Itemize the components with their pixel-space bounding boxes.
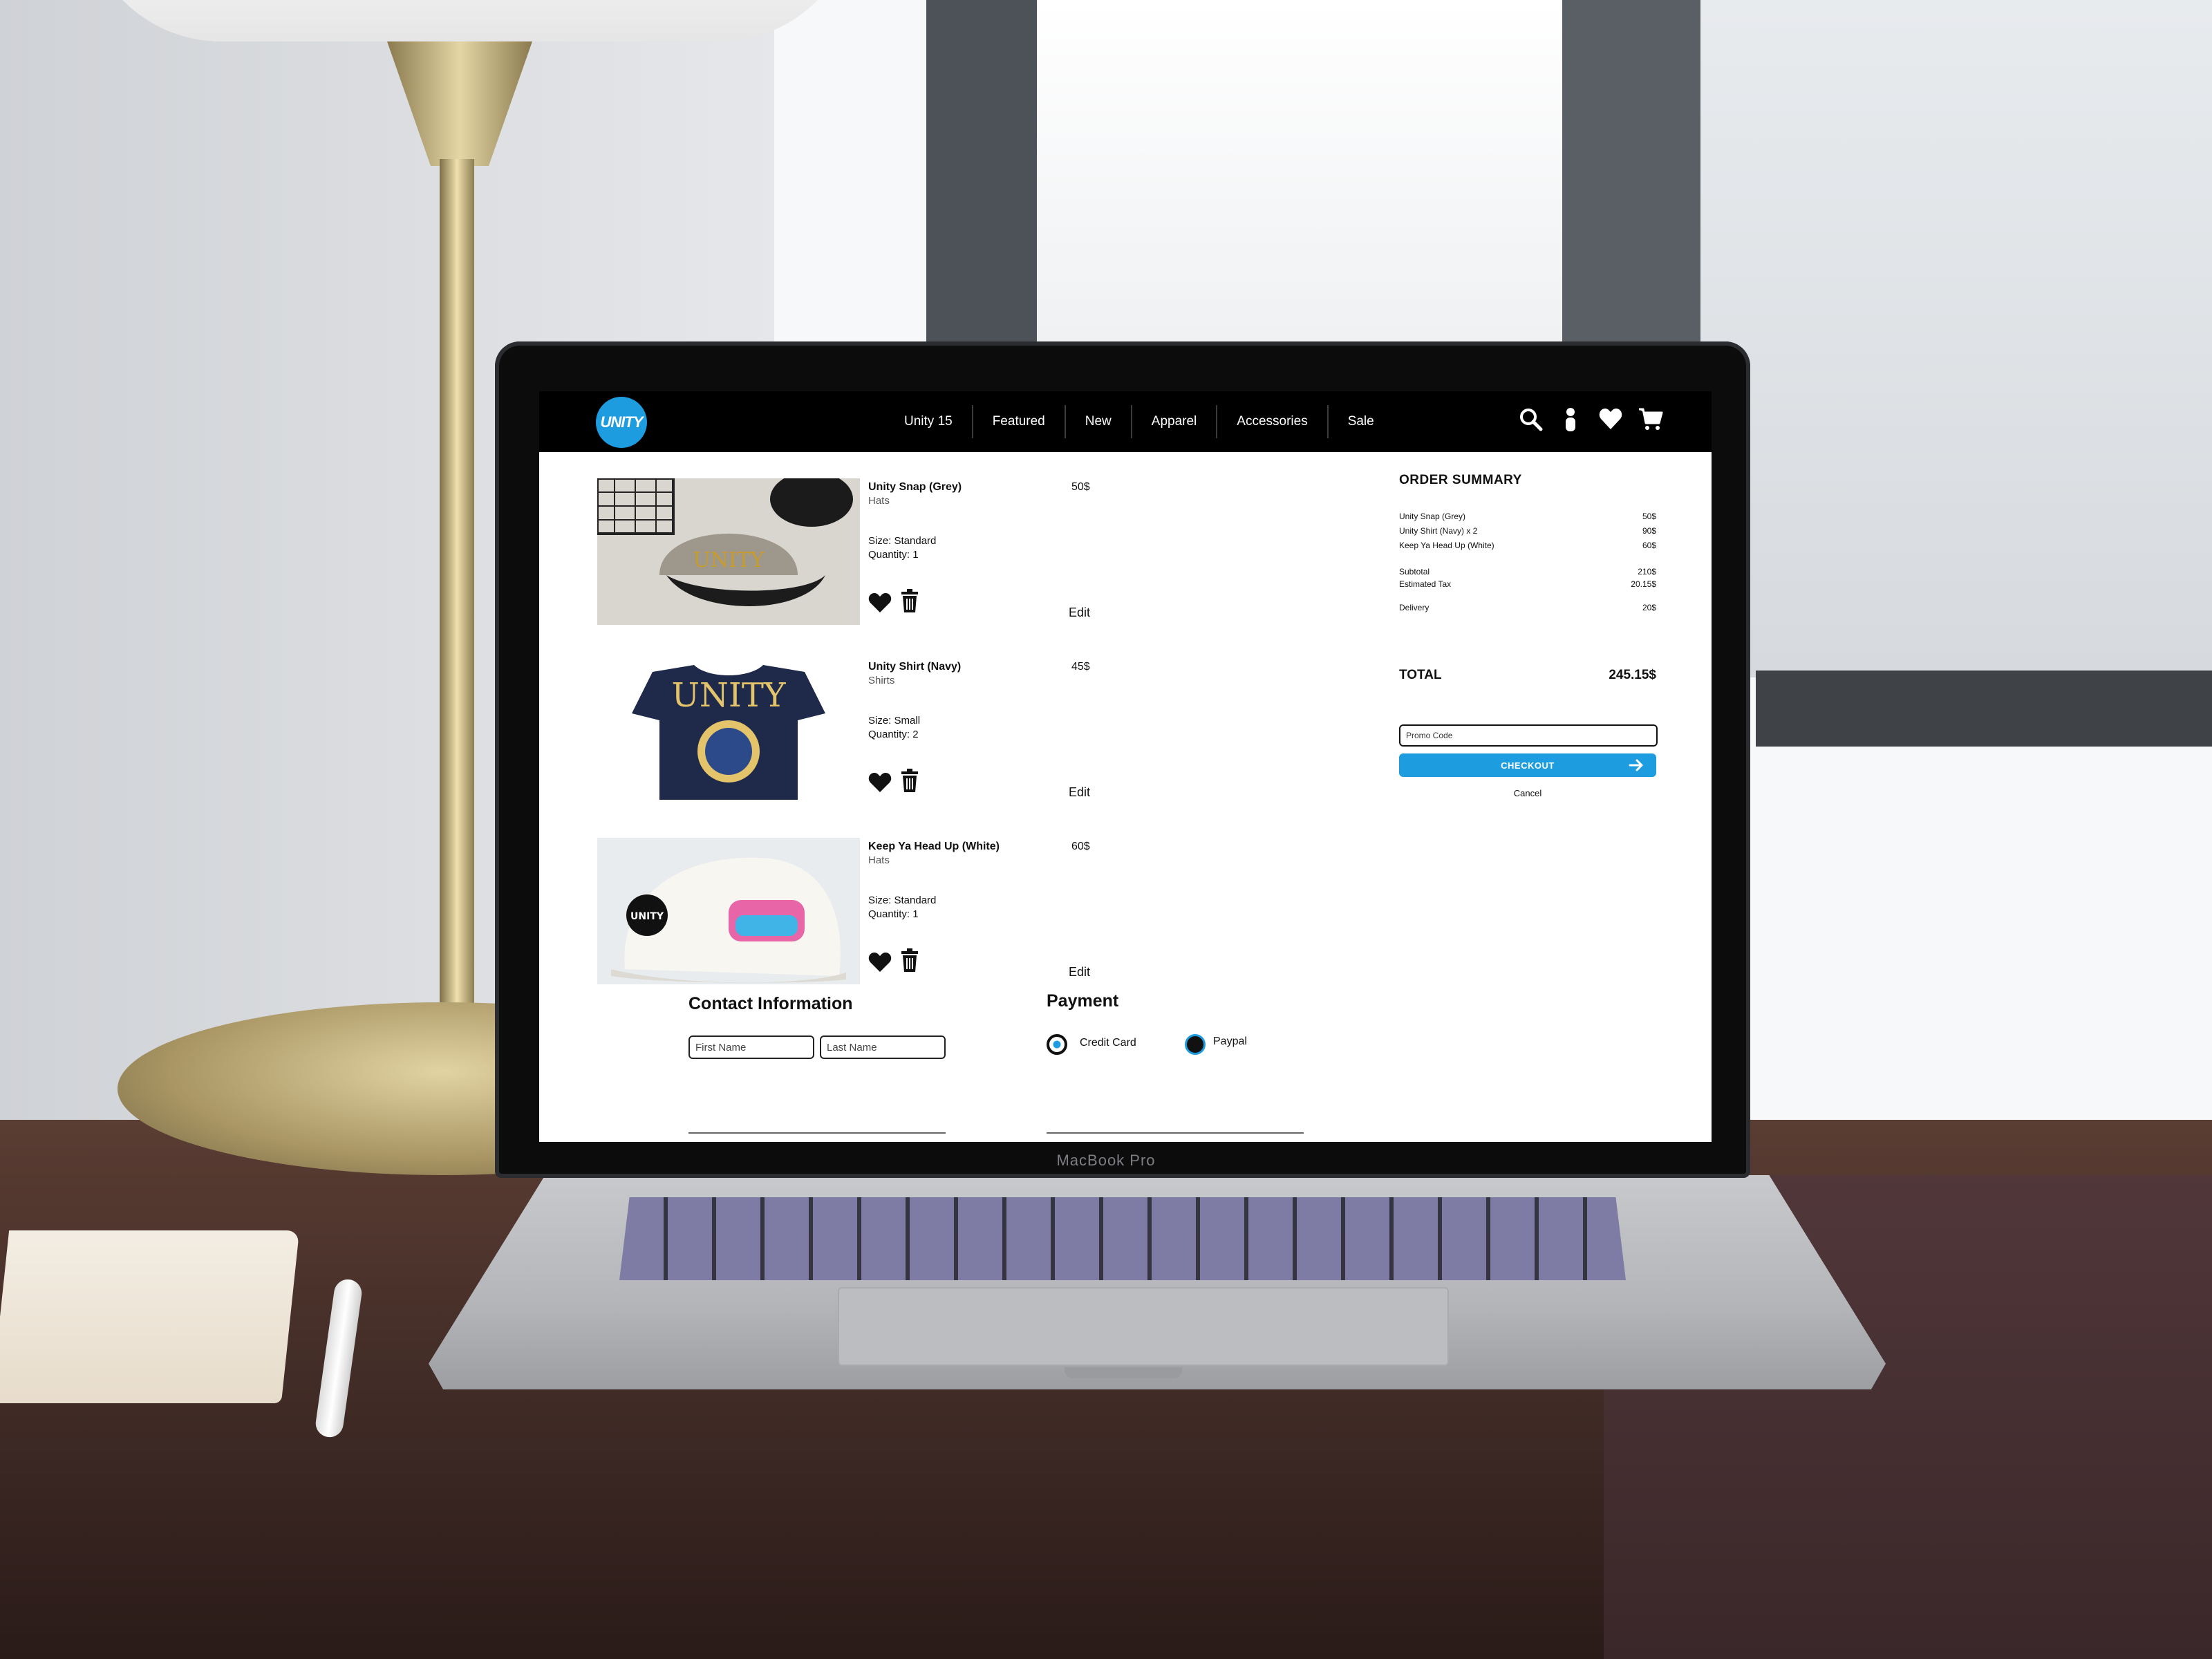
edit-link[interactable]: Edit [1069, 606, 1090, 620]
item-quantity: Quantity: 1 [868, 549, 919, 561]
arrow-right-icon [1629, 758, 1644, 772]
summary-line-value: 50$ [1642, 512, 1656, 521]
screen: UNITY Unity 15 Featured New Apparel Acce… [539, 391, 1712, 1142]
nav-item-unity-15[interactable]: Unity 15 [885, 405, 972, 438]
trash-icon[interactable] [900, 589, 919, 612]
item-price: 45$ [1071, 661, 1090, 673]
item-name[interactable]: Unity Snap (Grey) [868, 481, 962, 494]
payment-title: Payment [1047, 991, 1119, 1011]
summary-tax: Estimated Tax 20.15$ [1399, 579, 1656, 589]
checkout-label: CHECKOUT [1501, 760, 1555, 771]
summary-line-label: Unity Shirt (Navy) x 2 [1399, 526, 1478, 536]
field-row-edge [688, 1132, 946, 1134]
trash-icon[interactable] [900, 948, 919, 972]
product-print: UNITY [630, 911, 664, 922]
item-quantity: Quantity: 1 [868, 908, 919, 920]
account-icon[interactable] [1558, 406, 1583, 431]
total-label: TOTAL [1399, 668, 1442, 682]
keyboard [619, 1197, 1626, 1280]
product-image-navy-shirt[interactable]: UNITY [597, 658, 860, 805]
paypal-label[interactable]: Paypal [1213, 1035, 1247, 1048]
heart-icon[interactable] [1598, 406, 1623, 431]
cart-item: UNITY Unity Shirt (Navy) Shirts Size: Sm… [597, 658, 1136, 805]
cart-item: UNITY Keep Ya Head Up (White) Hats Size:… [597, 838, 1136, 984]
item-price: 50$ [1071, 481, 1090, 493]
item-name[interactable]: Unity Shirt (Navy) [868, 661, 961, 673]
trackpad [838, 1287, 1449, 1366]
summary-line-value: 20.15$ [1631, 579, 1656, 589]
product-image-grey-snapback[interactable]: UNITY [597, 478, 860, 625]
window-mullion [1562, 0, 1700, 359]
summary-line-value: 210$ [1638, 567, 1656, 577]
product-print: UNITY [693, 548, 765, 572]
window-light [1037, 0, 1562, 359]
nav-item-accessories[interactable]: Accessories [1216, 405, 1327, 438]
first-name-field[interactable] [688, 1035, 814, 1059]
summary-line-value: 60$ [1642, 541, 1656, 550]
summary-line-label: Estimated Tax [1399, 579, 1452, 589]
search-icon[interactable] [1518, 406, 1543, 431]
total-value: 245.15$ [1609, 668, 1656, 682]
window-sill [1756, 671, 2212, 747]
wishlist-heart-icon[interactable] [868, 771, 892, 794]
item-category: Hats [868, 495, 890, 507]
wishlist-heart-icon[interactable] [868, 592, 892, 614]
main-nav: Unity 15 Featured New Apparel Accessorie… [885, 391, 1394, 452]
summary-subtotal: Subtotal 210$ [1399, 567, 1656, 577]
item-quantity: Quantity: 2 [868, 729, 919, 740]
summary-delivery: Delivery 20$ [1399, 603, 1656, 612]
device-label: MacBook Pro [1056, 1152, 1156, 1169]
summary-line: Keep Ya Head Up (White) 60$ [1399, 541, 1656, 550]
nav-item-sale[interactable]: Sale [1327, 405, 1394, 438]
summary-line: Unity Snap (Grey) 50$ [1399, 512, 1656, 521]
window-mullion [926, 0, 1037, 387]
trash-icon[interactable] [900, 769, 919, 792]
nav-item-new[interactable]: New [1064, 405, 1131, 438]
payment-row-edge [1047, 1132, 1304, 1134]
order-summary-title: ORDER SUMMARY [1399, 473, 1522, 487]
summary-line-label: Keep Ya Head Up (White) [1399, 541, 1494, 550]
credit-card-label[interactable]: Credit Card [1080, 1037, 1136, 1049]
product-print: UNITY [671, 676, 786, 715]
credit-card-radio[interactable] [1047, 1034, 1067, 1055]
edit-link[interactable]: Edit [1069, 785, 1090, 800]
laptop-lip [1065, 1367, 1182, 1378]
cart-icon[interactable] [1638, 406, 1663, 431]
item-size: Size: Standard [868, 535, 937, 547]
summary-line-value: 20$ [1642, 603, 1656, 612]
header-icons [1518, 406, 1663, 431]
notebook [0, 1230, 300, 1403]
site-logo[interactable]: UNITY [596, 397, 647, 448]
product-image-white-snapback[interactable]: UNITY [597, 838, 860, 984]
last-name-field[interactable] [820, 1035, 946, 1059]
window-pane [1700, 0, 2212, 677]
wishlist-heart-icon[interactable] [868, 951, 892, 973]
item-size: Size: Small [868, 715, 921, 727]
promo-code-input[interactable] [1399, 724, 1658, 747]
lamp-shade [83, 0, 857, 41]
lamp-stem [440, 159, 474, 1058]
nav-item-featured[interactable]: Featured [971, 405, 1065, 438]
nav-item-apparel[interactable]: Apparel [1130, 405, 1217, 438]
contact-information-title: Contact Information [688, 994, 853, 1013]
summary-line-value: 90$ [1642, 526, 1656, 536]
summary-line-label: Subtotal [1399, 567, 1430, 577]
summary-line-label: Unity Snap (Grey) [1399, 512, 1466, 521]
summary-total: TOTAL 245.15$ [1399, 668, 1656, 683]
checkout-button[interactable]: CHECKOUT [1399, 753, 1656, 777]
item-category: Hats [868, 854, 890, 866]
top-navigation-bar: UNITY Unity 15 Featured New Apparel Acce… [539, 391, 1712, 452]
summary-line: Unity Shirt (Navy) x 2 90$ [1399, 526, 1656, 536]
summary-line-label: Delivery [1399, 603, 1430, 612]
cancel-link[interactable]: Cancel [1399, 788, 1656, 798]
paypal-radio[interactable] [1185, 1034, 1206, 1055]
item-category: Shirts [868, 675, 895, 686]
cart-item: UNITY Unity Snap (Grey) Hats Size: Stand… [597, 478, 1136, 625]
item-name[interactable]: Keep Ya Head Up (White) [868, 841, 1000, 853]
item-size: Size: Standard [868, 894, 937, 906]
edit-link[interactable]: Edit [1069, 965, 1090, 980]
item-price: 60$ [1071, 841, 1090, 852]
